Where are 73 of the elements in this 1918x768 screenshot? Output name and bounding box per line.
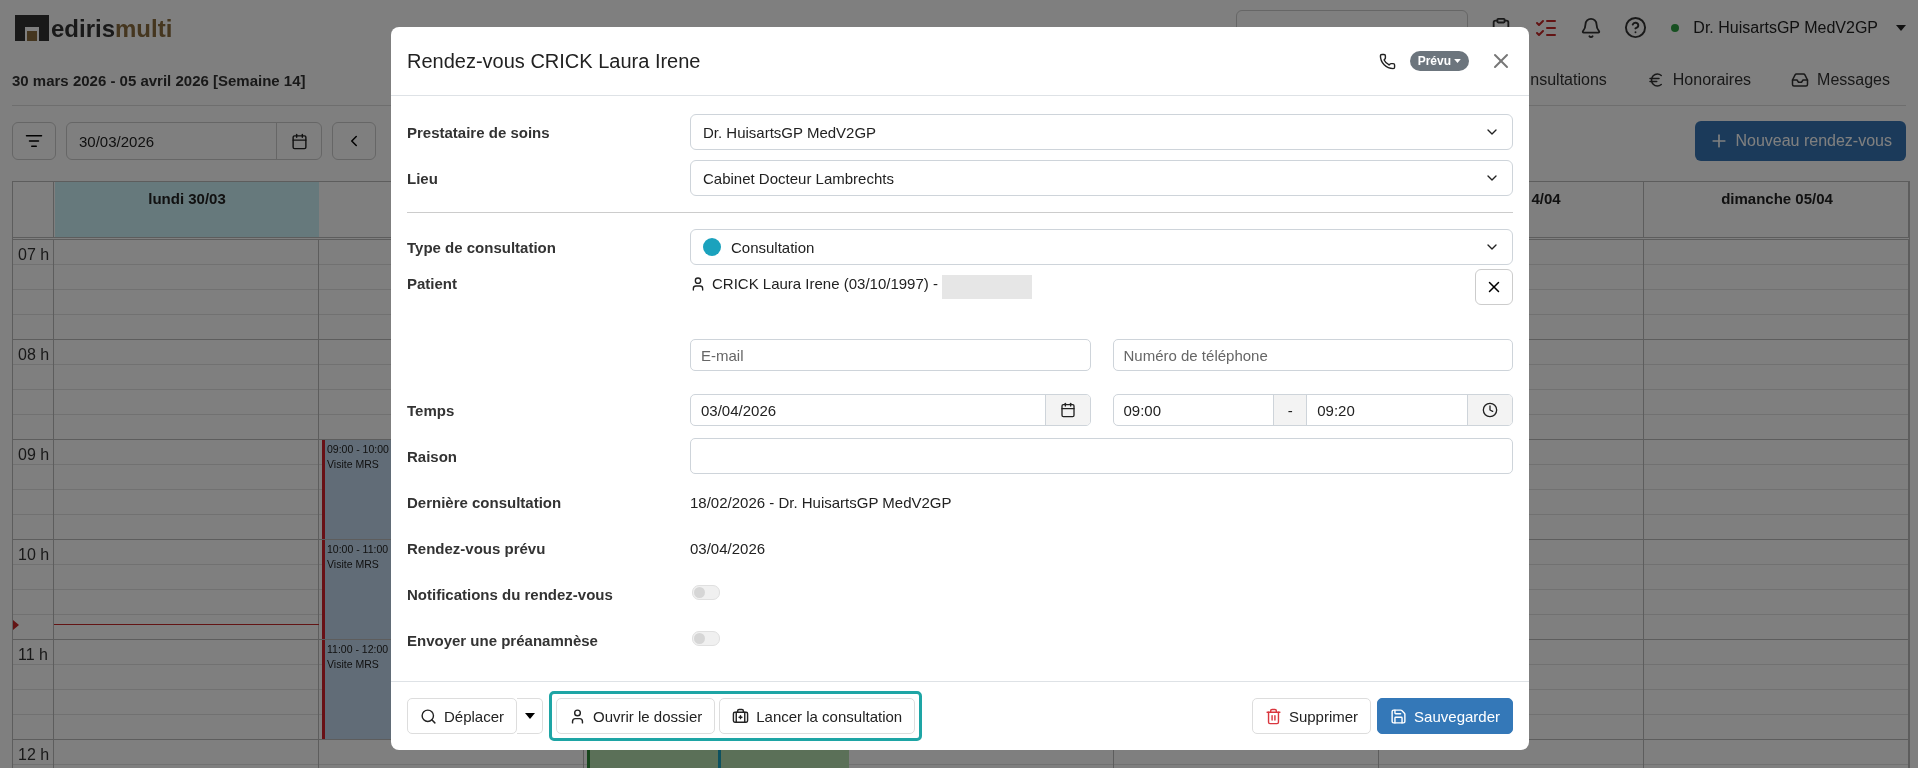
save-button[interactable]: Sauvegarder [1377,698,1513,734]
inbox-icon [1791,71,1810,89]
current-time-marker-icon [13,620,19,630]
field-value: 03/04/2026 [690,539,767,557]
field-label: Dernière consultation [407,493,563,511]
hour-label: 10 h [17,545,51,564]
field-label: Notifications du rendez-vous [407,585,614,603]
date-field[interactable]: 03/04/2026 [690,394,1091,426]
select-field[interactable]: Cabinet Docteur Lambrechts [690,160,1513,196]
contact-input[interactable]: Numéro de téléphone [1112,339,1513,371]
day-label: lundi 30/03 [148,190,226,209]
nav-tab[interactable]: Messages [1791,71,1890,89]
caret-icon [524,713,535,719]
field-label: Prestataire de soins [407,123,551,141]
hour-label: 07 h [17,245,51,264]
calendar-icon [1059,402,1076,418]
nav-tab[interactable]: Honoraires [1646,71,1752,89]
move-button[interactable]: Déplacer [407,698,518,734]
clear-patient-button[interactable] [1475,269,1513,305]
field-label: Type de consultation [407,238,557,256]
hour-label: 09 h [17,445,51,464]
calendar-icon [290,132,308,150]
briefcase-icon [732,707,750,725]
week-range: 30 mars 2026 - 05 avril 2026 [Semaine 14] [12,71,306,89]
person-icon [690,275,706,292]
toggle-switch[interactable] [692,585,720,600]
euro-icon [1646,71,1665,89]
day-label: dimanche 05/04 [1721,190,1833,209]
trash-icon [1264,707,1282,725]
day-label: 4/04 [1531,190,1561,209]
caret-icon [1454,59,1461,63]
reason-input[interactable] [690,438,1513,474]
hour-label: 08 h [17,345,51,364]
hour-label: 11 h [17,645,49,664]
field-label: Rendez-vous prévu [407,539,547,557]
event-title: Visite MRS [327,557,379,572]
phone-icon[interactable] [1378,52,1396,70]
help-icon[interactable] [1624,16,1648,39]
logo-text: multi [115,16,173,41]
logo-text: ediris [51,16,116,41]
filter-icon [25,132,43,150]
action-button[interactable]: Lancer la consultation [719,698,916,734]
bell-icon[interactable] [1580,16,1603,39]
field-label: Lieu [407,169,439,187]
filter-button[interactable] [12,122,56,160]
caret-icon [1896,24,1906,31]
delete-button[interactable]: Supprimer [1251,698,1372,734]
select-field[interactable]: Consultation [690,229,1513,265]
field-label: Envoyer une préanamnèse [407,631,599,649]
contact-input[interactable]: E-mail [690,339,1091,371]
hour-label: 12 h [17,745,51,764]
event-title: Visite MRS [327,457,379,472]
date-field[interactable]: 30/03/2026 [66,122,322,160]
dropdown-toggle[interactable] [517,698,544,734]
event-time: 10:00 - 11:00 [327,542,389,557]
patient-name: CRICK Laura Irene (03/10/1997) - [690,275,938,292]
toggle-switch[interactable] [692,631,720,646]
nav-tab[interactable]: nsultations [1530,71,1607,89]
user-menu[interactable]: Dr. HuisartsGP MedV2GP [1693,18,1878,37]
event-time: 11:00 - 12:00 [327,642,389,657]
action-button[interactable]: Ouvrir le dossier [556,698,716,734]
field-label: Patient [407,275,458,292]
field-value: 18/02/2026 - Dr. HuisartsGP MedV2GP [690,493,953,511]
logo-mark-icon [15,14,49,41]
select-field[interactable]: Dr. HuisartsGP MedV2GP [690,114,1513,150]
dialog-title: Rendez-vous CRICK Laura Irene [407,49,702,73]
field-label: Temps [407,401,456,419]
field-label: Raison [407,447,458,465]
status-badge[interactable]: Prévu [1409,51,1469,71]
event-time: 09:00 - 10:00 [327,442,389,457]
search-icon [420,707,437,725]
event-title: Visite MRS [327,657,379,672]
save-icon [1390,707,1408,725]
